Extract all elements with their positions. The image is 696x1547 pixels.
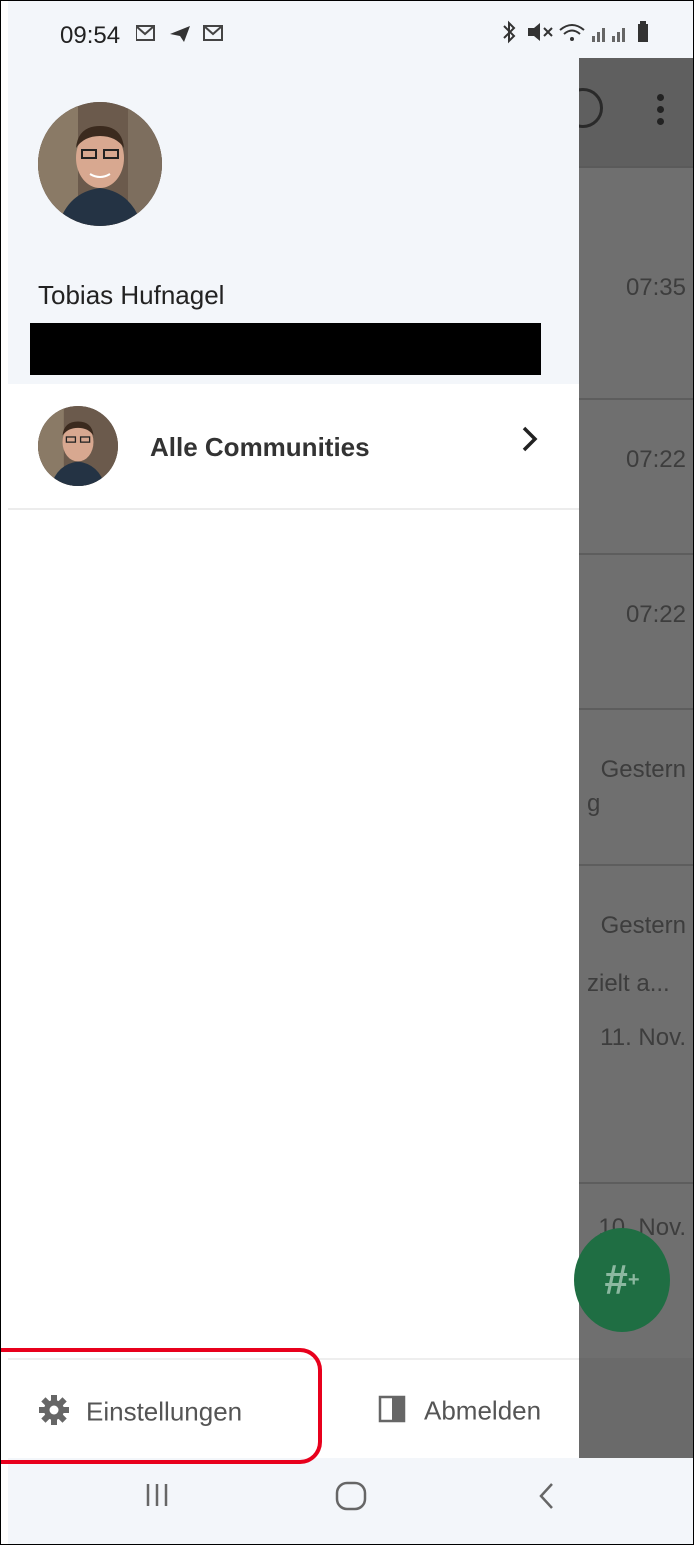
list-item-time: 07:22 [625, 601, 686, 628]
list-item: Gestern zielt a... [579, 864, 694, 1024]
list-item-snippet: zielt a... [587, 970, 670, 997]
gmail-telegram-gmail-icon [135, 25, 223, 42]
system-icons [500, 20, 660, 52]
chevron-right-icon [520, 424, 540, 462]
list-item: 11. Nov. [579, 1024, 694, 1184]
list-item-time: 07:35 [625, 274, 686, 301]
bluetooth-mute-wifi-signal-battery-icon [503, 20, 648, 44]
back-button[interactable] [536, 1480, 558, 1520]
more-options-icon [657, 94, 665, 130]
background-bottom [579, 1358, 694, 1458]
settings-highlight-box [0, 1348, 322, 1464]
drawer-header: Tobias Hufnagel [8, 58, 579, 384]
system-navigation-bar [8, 1458, 694, 1545]
status-time: 09:54 [60, 22, 121, 49]
list-item-time: 11. Nov. [600, 1024, 686, 1051]
logout-label: Abmelden [424, 1395, 542, 1426]
list-item-time: Gestern [600, 912, 686, 939]
list-item: 07:35 [579, 168, 694, 400]
navigation-drawer: Tobias Hufnagel Alle Communities Einstel… [8, 58, 579, 1458]
community-selector[interactable]: Alle Communities [8, 384, 579, 510]
community-label: Alle Communities [150, 432, 370, 462]
home-button[interactable] [334, 1480, 368, 1520]
notification-icons [135, 22, 236, 52]
search-icon [579, 88, 603, 128]
user-name: Tobias Hufnagel [38, 280, 225, 310]
list-item-snippet: g [587, 790, 601, 817]
logout-icon [378, 1394, 408, 1431]
redacted-email [30, 323, 541, 375]
list-item: 07:22 [579, 398, 694, 555]
list-item-time: 07:22 [625, 446, 686, 473]
new-channel-button: #+ [574, 1228, 670, 1332]
list-item-time: Gestern [600, 756, 686, 783]
list-item: Gestern g [579, 708, 694, 866]
background-toolbar [579, 58, 694, 168]
community-avatar [38, 406, 118, 486]
user-avatar[interactable] [38, 102, 162, 226]
status-bar: 09:54 [8, 0, 694, 58]
recent-apps-button[interactable] [142, 1480, 172, 1518]
logout-button[interactable]: Abmelden [378, 1394, 541, 1431]
list-item: 07:22 [579, 553, 694, 710]
